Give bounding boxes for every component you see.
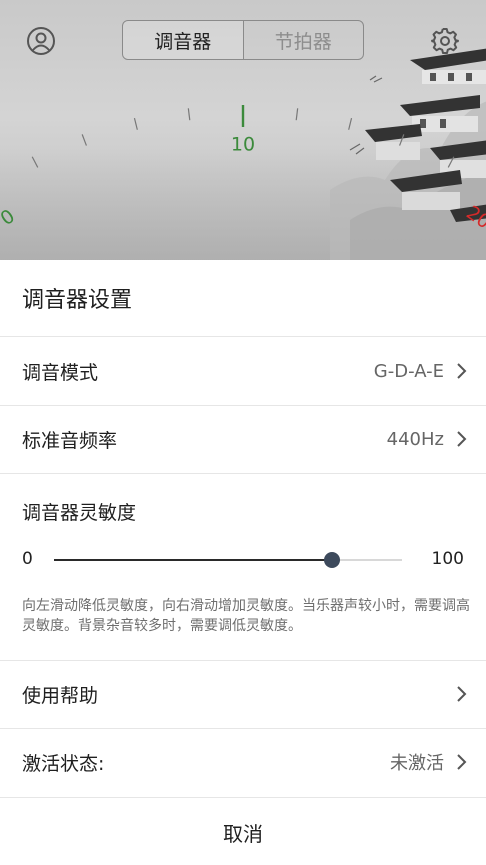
cancel-button[interactable]: 取消 bbox=[0, 800, 486, 865]
sheet-title: 调音器设置 bbox=[22, 288, 133, 313]
tuner-header: -20-10010203040 调音器 节拍器 bbox=[0, 0, 486, 262]
tuning-mode-label: 调音模式 bbox=[22, 361, 99, 384]
dial-minor-tick bbox=[348, 117, 353, 130]
dial-tick-label: 20 bbox=[462, 202, 486, 234]
activation-status-row[interactable]: 激活状态: 未激活 bbox=[0, 729, 486, 795]
help-row[interactable]: 使用帮助 bbox=[0, 661, 486, 727]
dial-minor-tick bbox=[133, 117, 138, 130]
chevron-right-icon bbox=[457, 686, 467, 702]
slider-max-label: 100 bbox=[431, 549, 464, 569]
mode-segmented-control: 调音器 节拍器 bbox=[122, 20, 364, 60]
slider-fill bbox=[54, 559, 333, 561]
reference-frequency-value: 440Hz bbox=[386, 428, 444, 450]
dial-minor-tick bbox=[187, 108, 191, 121]
slider-min-label: 0 bbox=[22, 549, 33, 569]
sensitivity-hint: 向左滑动降低灵敏度，向右滑动增加灵敏度。当乐器声较小时，需要调高灵敏度。背景杂音… bbox=[22, 598, 470, 634]
divider bbox=[0, 473, 486, 474]
activation-status-label: 激活状态: bbox=[22, 752, 105, 775]
user-circle-icon bbox=[27, 27, 55, 55]
dial-minor-tick bbox=[295, 108, 299, 121]
dial-tick-label: 10 bbox=[231, 134, 255, 156]
tuning-mode-value: G-D-A-E bbox=[373, 360, 444, 382]
reference-frequency-label: 标准音频率 bbox=[22, 429, 118, 452]
tab-metronome[interactable]: 节拍器 bbox=[242, 21, 364, 59]
settings-button[interactable] bbox=[430, 26, 460, 56]
dial-tick-label: 0 bbox=[0, 205, 19, 230]
dial-minor-tick bbox=[399, 134, 405, 146]
tab-tuner[interactable]: 调音器 bbox=[123, 21, 243, 59]
gear-icon bbox=[431, 28, 459, 54]
dial-minor-tick bbox=[81, 134, 87, 146]
divider bbox=[0, 336, 486, 337]
sensitivity-label: 调音器灵敏度 bbox=[22, 502, 137, 524]
reference-frequency-row[interactable]: 标准音频率 440Hz bbox=[0, 406, 486, 472]
user-profile-button[interactable] bbox=[26, 26, 56, 56]
help-label: 使用帮助 bbox=[22, 684, 99, 707]
activation-status-value: 未激活 bbox=[390, 753, 444, 774]
tuner-settings-sheet: 调音器设置 调音模式 G-D-A-E 标准音频率 440Hz 调音器灵敏度 0 … bbox=[0, 260, 486, 865]
chevron-right-icon bbox=[457, 754, 467, 770]
dial-minor-tick bbox=[31, 156, 39, 168]
slider-thumb[interactable] bbox=[324, 552, 341, 568]
sensitivity-slider-row: 0 100 bbox=[0, 544, 486, 576]
chevron-right-icon bbox=[457, 431, 467, 447]
sensitivity-slider[interactable] bbox=[54, 552, 402, 568]
divider bbox=[0, 797, 486, 798]
tuning-mode-row[interactable]: 调音模式 G-D-A-E bbox=[0, 338, 486, 404]
dial-minor-tick bbox=[447, 156, 455, 168]
chevron-right-icon bbox=[457, 363, 467, 379]
